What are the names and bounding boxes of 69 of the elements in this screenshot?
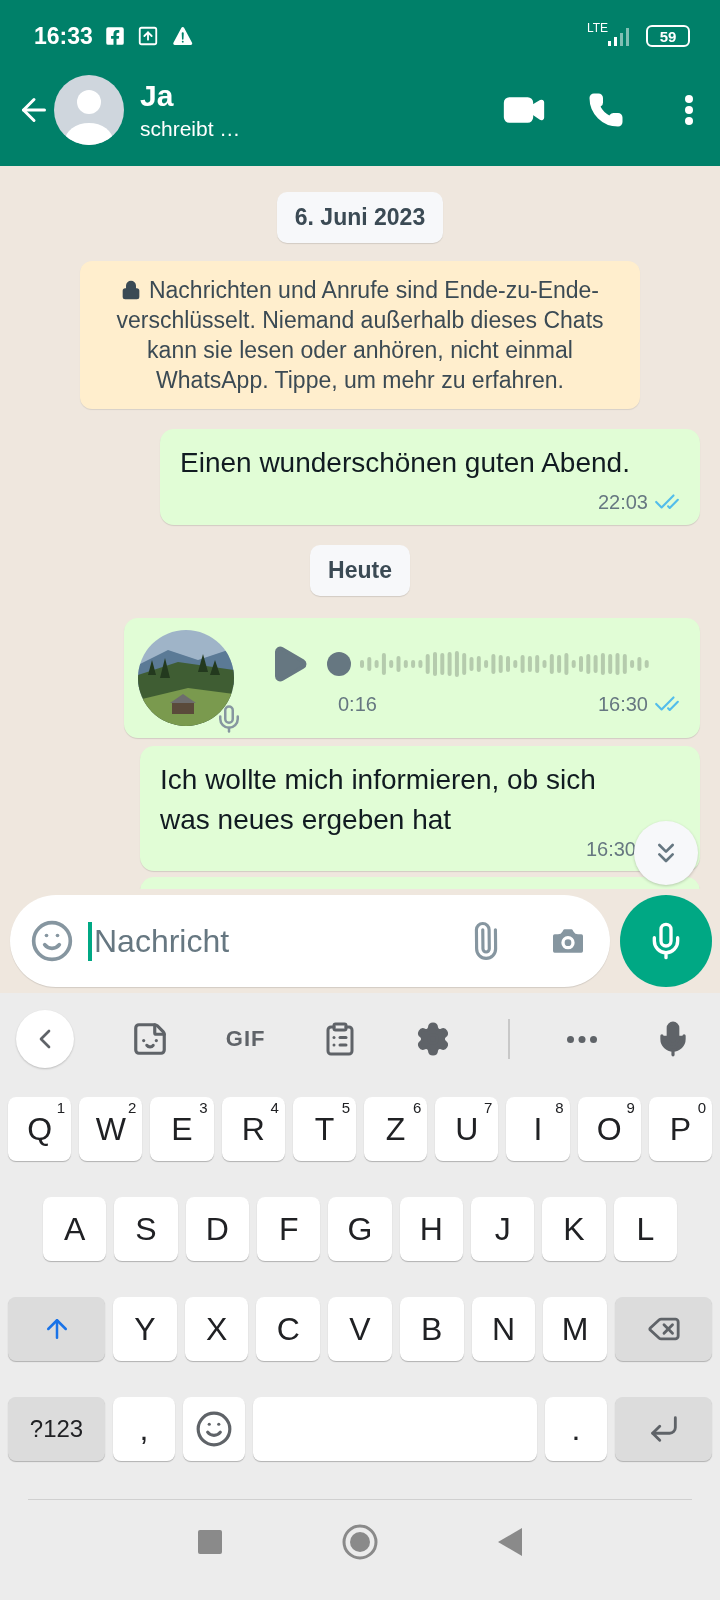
battery-indicator: 59 xyxy=(646,25,690,47)
key[interactable]: B xyxy=(399,1297,464,1361)
key[interactable]: C xyxy=(256,1297,321,1361)
key[interactable]: E 3 xyxy=(150,1097,214,1161)
key[interactable]: Y xyxy=(113,1297,177,1361)
key[interactable]: L xyxy=(613,1197,677,1261)
message-time: 16:30 xyxy=(597,692,648,716)
key[interactable]: N xyxy=(471,1297,536,1361)
network-type: LTE xyxy=(586,22,608,34)
key-hint: 6 xyxy=(412,1099,422,1116)
symbols-key[interactable]: ?123 xyxy=(8,1397,105,1461)
enter-key[interactable] xyxy=(615,1397,712,1461)
key[interactable]: V xyxy=(328,1297,392,1361)
smiley-icon xyxy=(195,1410,233,1448)
backspace-key[interactable] xyxy=(615,1297,713,1361)
key[interactable]: , xyxy=(113,1397,175,1461)
back-nav-icon[interactable] xyxy=(498,1528,522,1556)
emoji-icon[interactable] xyxy=(30,919,74,963)
voice-message[interactable]: 0:16 16:30 xyxy=(124,618,700,738)
menu-icon xyxy=(685,95,693,125)
key[interactable]: G xyxy=(328,1197,392,1261)
key[interactable]: Z 6 xyxy=(364,1097,428,1161)
key-hint: 9 xyxy=(626,1099,635,1116)
gif-button[interactable]: GIF xyxy=(225,1026,266,1052)
key-hint: 1 xyxy=(56,1099,66,1116)
key[interactable]: T 5 xyxy=(292,1097,356,1161)
more-button[interactable] xyxy=(567,1035,597,1043)
upload-icon xyxy=(136,25,159,47)
home-icon[interactable] xyxy=(342,1524,378,1560)
key-hint: 8 xyxy=(555,1099,564,1116)
encryption-notice[interactable]: Nachrichten und Anrufe sind Ende-zu-Ende-verschlüsselt. Niemand außerhalb dieses Chats kann sie lesen oder anhören, nicht einmal WhatsApp. Tippe, um mehr zu erfahren. xyxy=(80,261,640,409)
key[interactable]: F xyxy=(257,1197,321,1261)
key[interactable]: S xyxy=(114,1197,178,1261)
key[interactable]: H xyxy=(399,1197,463,1261)
lock-icon xyxy=(120,280,141,300)
status-time: 16:33 xyxy=(34,22,93,50)
key[interactable]: K xyxy=(542,1197,606,1261)
key[interactable]: . xyxy=(545,1397,607,1461)
contact-name: Ja xyxy=(140,79,175,113)
message-bubble[interactable]: Einen wunderschönen guten Abend. 22:03 xyxy=(160,429,700,525)
voice-duration: 0:16 xyxy=(338,692,377,716)
key[interactable]: M xyxy=(543,1297,608,1361)
emoji-key[interactable] xyxy=(183,1397,245,1461)
message-time: 16:30 xyxy=(585,838,636,861)
more-icon xyxy=(567,1035,597,1043)
message-text: Ich wollte mich informieren, ob sich was neues ergeben hat xyxy=(160,763,597,837)
date-chip: 6. Juni 2023 xyxy=(276,192,444,243)
key-hint: 4 xyxy=(270,1099,279,1116)
key[interactable]: A xyxy=(43,1197,107,1261)
phone-icon xyxy=(588,92,624,128)
key[interactable]: I 8 xyxy=(506,1097,570,1161)
key-hint: 7 xyxy=(484,1099,493,1116)
key-hint: 0 xyxy=(697,1099,707,1116)
key[interactable]: D xyxy=(185,1197,249,1261)
facebook-icon xyxy=(104,26,125,46)
key-hint: 5 xyxy=(341,1099,350,1116)
key-hint: 2 xyxy=(128,1099,137,1116)
key[interactable]: P 0 xyxy=(648,1097,713,1161)
key[interactable]: X xyxy=(184,1297,249,1361)
message-time: 22:03 xyxy=(597,490,648,514)
message-text: Einen wunderschönen guten Abend. xyxy=(180,446,630,480)
message-bubble[interactable]: Ich wollte mich informieren, ob sich was neues ergeben hat 16:30 xyxy=(140,746,700,871)
message-field[interactable]: Nachricht xyxy=(10,895,610,987)
typing-status: schreibt … xyxy=(140,117,241,141)
warning-icon xyxy=(170,24,195,48)
date-chip: Heute xyxy=(310,545,410,596)
message-input[interactable]: Nachricht xyxy=(88,921,456,961)
key-hint: 3 xyxy=(199,1099,208,1116)
key[interactable]: J xyxy=(470,1197,535,1261)
